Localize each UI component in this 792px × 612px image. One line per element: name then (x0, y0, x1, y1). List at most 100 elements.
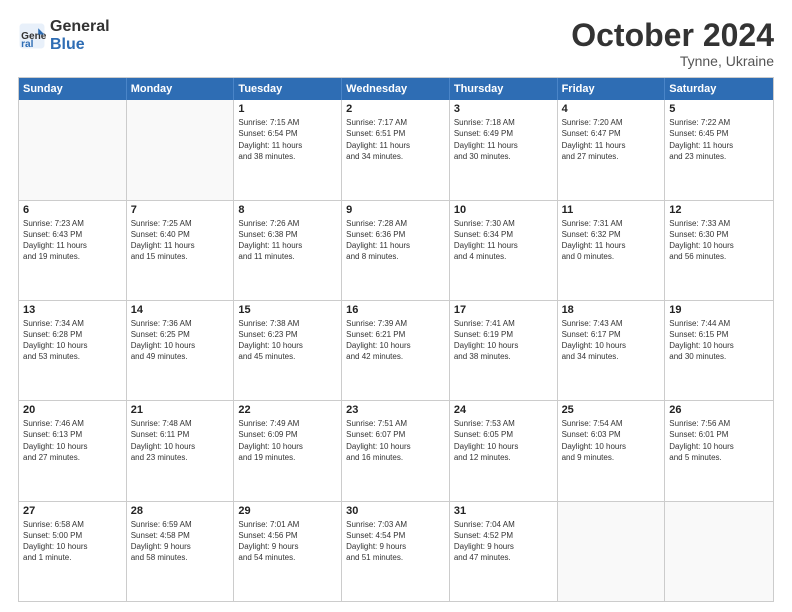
day-number: 4 (562, 103, 661, 115)
cell-info: Sunrise: 7:15 AMSunset: 6:54 PMDaylight:… (238, 117, 337, 162)
cell-info: Sunrise: 7:43 AMSunset: 6:17 PMDaylight:… (562, 318, 661, 363)
calendar-cell-14: 14Sunrise: 7:36 AMSunset: 6:25 PMDayligh… (127, 301, 235, 400)
day-number: 11 (562, 204, 661, 216)
cell-info: Sunrise: 7:46 AMSunset: 6:13 PMDaylight:… (23, 418, 122, 463)
calendar-cell-18: 18 Sunrise: 7:43 AMSunset: 6:17 PMDayligh… (558, 301, 666, 400)
weekday-header-sunday: Sunday (19, 78, 127, 100)
calendar-cell-20: 20Sunrise: 7:46 AMSunset: 6:13 PMDayligh… (19, 401, 127, 500)
calendar-cell-28: 28 Sunrise: 6:59 AMSunset: 4:58 PMDayligh… (127, 502, 235, 601)
day-number: 5 (669, 103, 769, 115)
day-number: 21 (131, 404, 230, 416)
cell-info: Sunrise: 7:51 AMSunset: 6:07 PMDaylight:… (346, 418, 445, 463)
day-number: 23 (346, 404, 445, 416)
cell-info: Sunrise: 7:18 AMSunset: 6:49 PMDaylight:… (454, 117, 553, 162)
weekday-header-thursday: Thursday (450, 78, 558, 100)
day-number: 22 (238, 404, 337, 416)
calendar-cell-9: 9 Sunrise: 7:28 AMSunset: 6:36 PMDaylight… (342, 201, 450, 300)
logo-text: General Blue (50, 18, 110, 53)
calendar-cell-12: 12 Sunrise: 7:33 AMSunset: 6:30 PMDayligh… (665, 201, 773, 300)
calendar-row-4: 27Sunrise: 6:58 AMSunset: 5:00 PMDayligh… (19, 501, 773, 601)
calendar-cell-4: 4Sunrise: 7:20 AMSunset: 6:47 PMDaylight… (558, 100, 666, 199)
calendar-cell-27: 27Sunrise: 6:58 AMSunset: 5:00 PMDayligh… (19, 502, 127, 601)
weekday-header-wednesday: Wednesday (342, 78, 450, 100)
day-number: 3 (454, 103, 553, 115)
calendar-cell-23: 23 Sunrise: 7:51 AMSunset: 6:07 PMDayligh… (342, 401, 450, 500)
day-number: 29 (238, 505, 337, 517)
calendar-row-1: 6Sunrise: 7:23 AMSunset: 6:43 PMDaylight… (19, 200, 773, 300)
day-number: 28 (131, 505, 230, 517)
page: Gene ral General Blue October 2024 Tynne… (0, 0, 792, 612)
calendar-cell-2: 2 Sunrise: 7:17 AMSunset: 6:51 PMDaylight… (342, 100, 450, 199)
calendar-cell-1: 1Sunrise: 7:15 AMSunset: 6:54 PMDaylight… (234, 100, 342, 199)
cell-info: Sunrise: 7:39 AMSunset: 6:21 PMDaylight:… (346, 318, 445, 363)
day-number: 26 (669, 404, 769, 416)
cell-info: Sunrise: 7:34 AMSunset: 6:28 PMDaylight:… (23, 318, 122, 363)
calendar: SundayMondayTuesdayWednesdayThursdayFrid… (18, 77, 774, 602)
calendar-cell-8: 8Sunrise: 7:26 AMSunset: 6:38 PMDaylight… (234, 201, 342, 300)
cell-info: Sunrise: 7:48 AMSunset: 6:11 PMDaylight:… (131, 418, 230, 463)
header: Gene ral General Blue October 2024 Tynne… (18, 18, 774, 69)
cell-info: Sunrise: 7:31 AMSunset: 6:32 PMDaylight:… (562, 218, 661, 263)
weekday-header-monday: Monday (127, 78, 235, 100)
calendar-cell-30: 30 Sunrise: 7:03 AMSunset: 4:54 PMDayligh… (342, 502, 450, 601)
calendar-cell-29: 29Sunrise: 7:01 AMSunset: 4:56 PMDayligh… (234, 502, 342, 601)
cell-info: Sunrise: 7:33 AMSunset: 6:30 PMDaylight:… (669, 218, 769, 263)
day-number: 27 (23, 505, 122, 517)
calendar-cell-empty (665, 502, 773, 601)
calendar-header: SundayMondayTuesdayWednesdayThursdayFrid… (19, 78, 773, 100)
weekday-header-friday: Friday (558, 78, 666, 100)
logo: Gene ral General Blue (18, 18, 110, 53)
cell-info: Sunrise: 7:30 AMSunset: 6:34 PMDaylight:… (454, 218, 553, 263)
calendar-cell-25: 25 Sunrise: 7:54 AMSunset: 6:03 PMDayligh… (558, 401, 666, 500)
subtitle: Tynne, Ukraine (571, 53, 774, 69)
cell-info: Sunrise: 7:44 AMSunset: 6:15 PMDaylight:… (669, 318, 769, 363)
logo-icon: Gene ral (18, 22, 46, 50)
calendar-body: 1Sunrise: 7:15 AMSunset: 6:54 PMDaylight… (19, 100, 773, 601)
calendar-cell-5: 5Sunrise: 7:22 AMSunset: 6:45 PMDaylight… (665, 100, 773, 199)
calendar-cell-17: 17Sunrise: 7:41 AMSunset: 6:19 PMDayligh… (450, 301, 558, 400)
cell-info: Sunrise: 7:38 AMSunset: 6:23 PMDaylight:… (238, 318, 337, 363)
day-number: 24 (454, 404, 553, 416)
cell-info: Sunrise: 7:17 AMSunset: 6:51 PMDaylight:… (346, 117, 445, 162)
calendar-cell-21: 21 Sunrise: 7:48 AMSunset: 6:11 PMDayligh… (127, 401, 235, 500)
calendar-cell-19: 19Sunrise: 7:44 AMSunset: 6:15 PMDayligh… (665, 301, 773, 400)
day-number: 15 (238, 304, 337, 316)
day-number: 12 (669, 204, 769, 216)
day-number: 25 (562, 404, 661, 416)
month-title: October 2024 (571, 18, 774, 53)
cell-info: Sunrise: 7:53 AMSunset: 6:05 PMDaylight:… (454, 418, 553, 463)
day-number: 2 (346, 103, 445, 115)
calendar-row-3: 20Sunrise: 7:46 AMSunset: 6:13 PMDayligh… (19, 400, 773, 500)
cell-info: Sunrise: 7:28 AMSunset: 6:36 PMDaylight:… (346, 218, 445, 263)
calendar-cell-16: 16Sunrise: 7:39 AMSunset: 6:21 PMDayligh… (342, 301, 450, 400)
cell-info: Sunrise: 7:49 AMSunset: 6:09 PMDaylight:… (238, 418, 337, 463)
title-block: October 2024 Tynne, Ukraine (571, 18, 774, 69)
cell-info: Sunrise: 7:03 AMSunset: 4:54 PMDaylight:… (346, 519, 445, 564)
day-number: 30 (346, 505, 445, 517)
day-number: 31 (454, 505, 553, 517)
calendar-cell-empty (19, 100, 127, 199)
calendar-cell-24: 24 Sunrise: 7:53 AMSunset: 6:05 PMDayligh… (450, 401, 558, 500)
cell-info: Sunrise: 7:23 AMSunset: 6:43 PMDaylight:… (23, 218, 122, 263)
calendar-row-2: 13Sunrise: 7:34 AMSunset: 6:28 PMDayligh… (19, 300, 773, 400)
day-number: 8 (238, 204, 337, 216)
day-number: 18 (562, 304, 661, 316)
cell-info: Sunrise: 7:25 AMSunset: 6:40 PMDaylight:… (131, 218, 230, 263)
day-number: 17 (454, 304, 553, 316)
cell-info: Sunrise: 6:59 AMSunset: 4:58 PMDaylight:… (131, 519, 230, 564)
day-number: 7 (131, 204, 230, 216)
cell-info: Sunrise: 7:54 AMSunset: 6:03 PMDaylight:… (562, 418, 661, 463)
calendar-cell-empty (127, 100, 235, 199)
cell-info: Sunrise: 7:04 AMSunset: 4:52 PMDaylight:… (454, 519, 553, 564)
calendar-cell-15: 15 Sunrise: 7:38 AMSunset: 6:23 PMDayligh… (234, 301, 342, 400)
calendar-cell-26: 26Sunrise: 7:56 AMSunset: 6:01 PMDayligh… (665, 401, 773, 500)
weekday-header-saturday: Saturday (665, 78, 773, 100)
svg-text:ral: ral (21, 38, 34, 49)
day-number: 14 (131, 304, 230, 316)
day-number: 10 (454, 204, 553, 216)
calendar-cell-7: 7 Sunrise: 7:25 AMSunset: 6:40 PMDaylight… (127, 201, 235, 300)
calendar-cell-3: 3 Sunrise: 7:18 AMSunset: 6:49 PMDaylight… (450, 100, 558, 199)
day-number: 9 (346, 204, 445, 216)
calendar-row-0: 1Sunrise: 7:15 AMSunset: 6:54 PMDaylight… (19, 100, 773, 199)
weekday-header-tuesday: Tuesday (234, 78, 342, 100)
